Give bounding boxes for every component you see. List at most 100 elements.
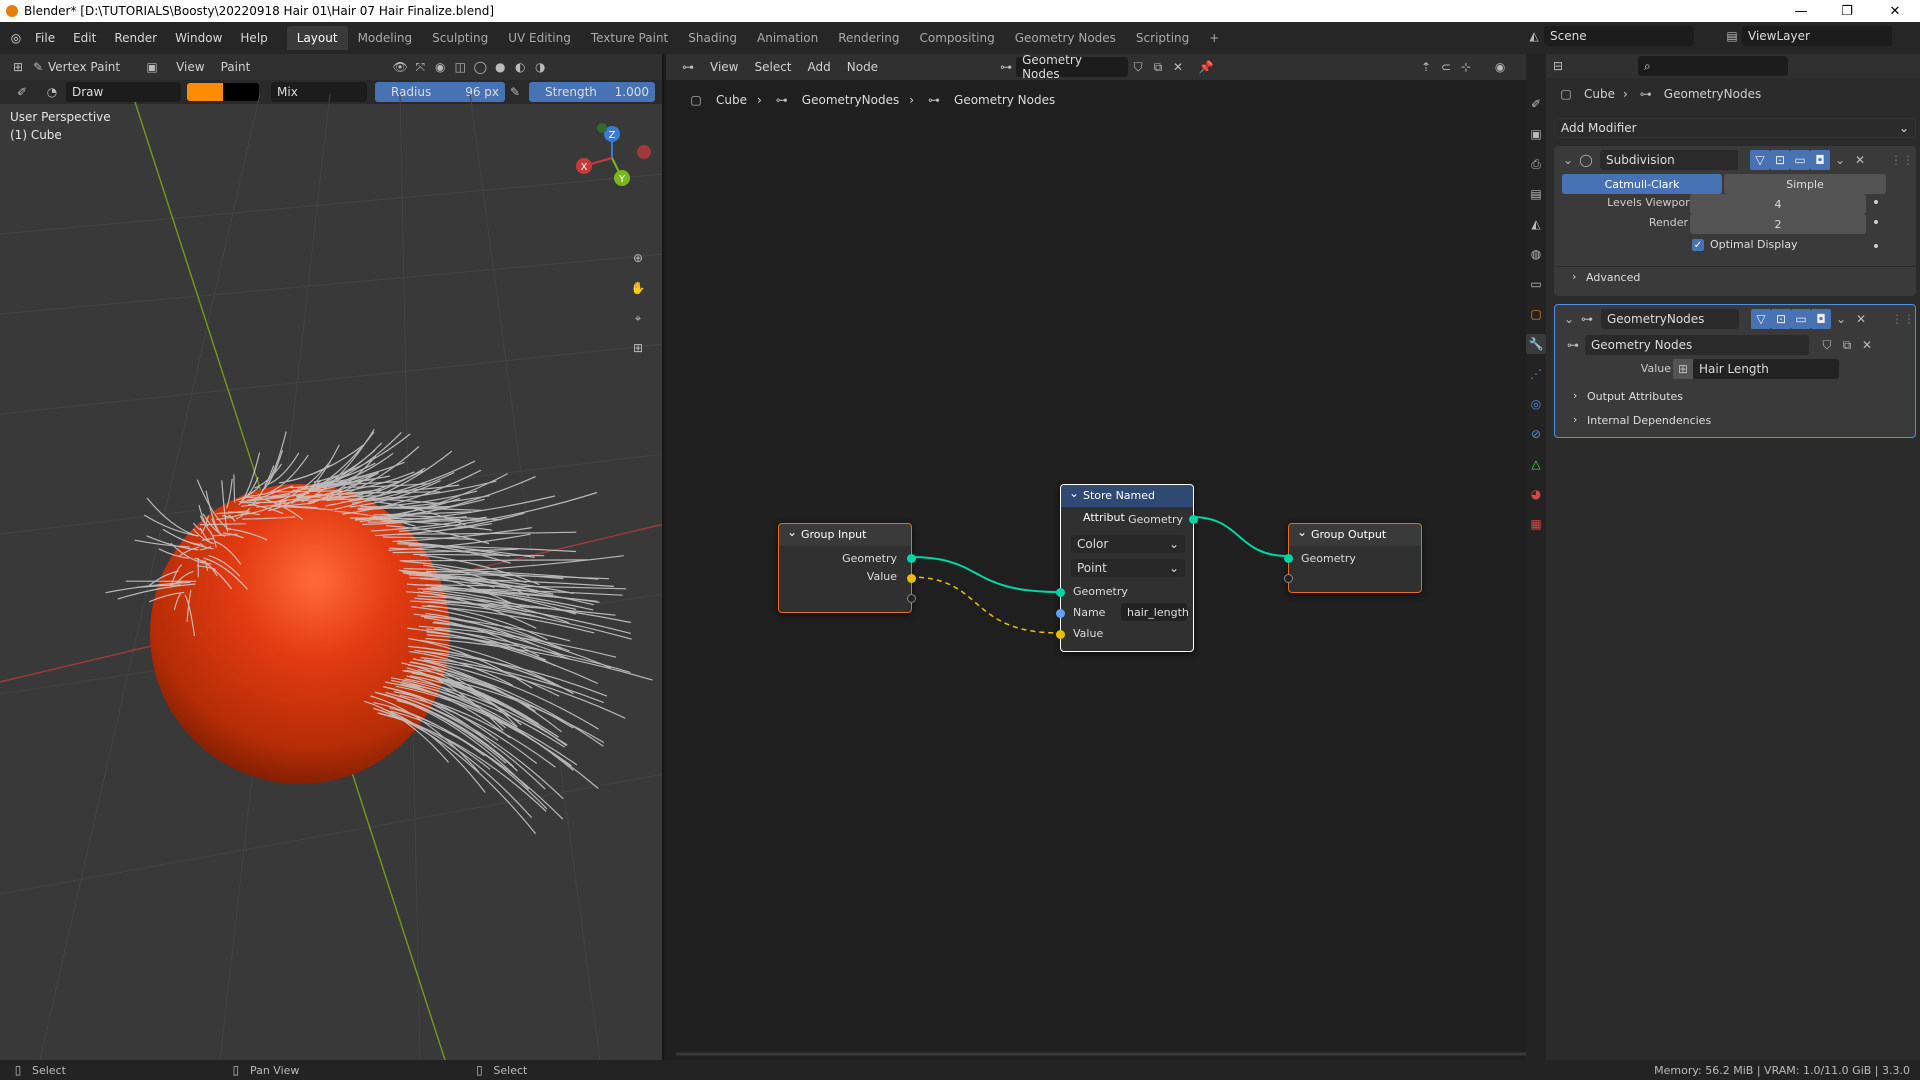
workspace-tab-uv-editing[interactable]: UV Editing [498, 26, 581, 50]
collapse-chevron-icon[interactable]: ⌄ [1559, 309, 1579, 329]
expand-chevron-icon[interactable]: › [1573, 413, 1577, 426]
workspace-tab-modeling[interactable]: Modeling [348, 26, 423, 50]
unlink-x-icon[interactable]: ✕ [1168, 57, 1188, 77]
expand-chevron-icon[interactable]: › [1573, 389, 1577, 402]
scene-selector[interactable]: ◭ Scene [1524, 26, 1694, 46]
expand-chevron-icon[interactable]: › [1572, 270, 1576, 283]
data-tab-icon[interactable]: △ [1526, 454, 1546, 474]
internal-dependencies-subpanel[interactable]: Internal Dependencies [1587, 414, 1711, 427]
attribute-toggle-icon[interactable]: ⊞ [1673, 359, 1693, 379]
menu-edit[interactable]: Edit [64, 31, 105, 45]
properties-editor[interactable]: ⊟ ⌕ ▢ Cube › ⊶ GeometryNodes Add Modifie… [1546, 54, 1920, 1060]
node-menu-view[interactable]: View [710, 60, 738, 74]
levels-viewport-field[interactable]: 4 [1690, 194, 1866, 214]
node-group-input[interactable]: Group Input Geometry Value [778, 521, 916, 613]
viewport-display-icon[interactable]: ▭ [1790, 150, 1810, 170]
group-output-title[interactable]: Group Output [1289, 521, 1421, 546]
add-modifier-button[interactable]: Add Modifier ⌄ [1554, 118, 1916, 138]
modifier-menu-chevron-icon[interactable]: ⌄ [1831, 309, 1851, 329]
duplicate-icon[interactable]: ⧉ [1837, 335, 1857, 355]
subdivision-name-field[interactable]: Subdivision [1600, 150, 1738, 170]
nodetree-browse-icon[interactable]: ⊶ [1563, 335, 1583, 355]
socket-value-in[interactable] [1056, 630, 1065, 639]
gizmo-negx-icon[interactable] [637, 145, 651, 159]
viewlayer-selector[interactable]: ▤ ViewLayer [1722, 26, 1892, 46]
pan-hand-icon[interactable]: ✋ [628, 278, 648, 298]
breadcrumb-modifier[interactable]: GeometryNodes [802, 93, 899, 107]
particles-tab-icon[interactable]: ⋰ [1526, 364, 1546, 384]
fake-user-shield-icon[interactable]: ⛉ [1817, 335, 1837, 355]
3d-viewport[interactable]: ⊞ ✎ Vertex Paint ▣ View Paint 👁 ⤧ ◉ ◫ ◯ … [0, 54, 664, 1060]
keyframe-dot-icon[interactable] [1874, 244, 1878, 248]
workspace-tab-animation[interactable]: Animation [747, 26, 828, 50]
scene-field[interactable]: Scene [1544, 26, 1694, 46]
perspective-grid-icon[interactable]: ⊞ [628, 338, 648, 358]
collapse-chevron-icon[interactable]: ⌄ [1558, 150, 1578, 170]
add-workspace-button[interactable]: + [1199, 26, 1229, 50]
socket-store-geometry-out[interactable] [1189, 515, 1198, 524]
socket-value-out[interactable] [907, 574, 916, 583]
render-camera-icon[interactable]: ◘ [1810, 150, 1830, 170]
output-attributes-subpanel[interactable]: Output Attributes [1587, 390, 1683, 403]
viewlayer-field[interactable]: ViewLayer [1742, 26, 1892, 46]
node-store-named-attribute[interactable]: Store Named Attribut Geometry Color ⌄ Po… [1056, 482, 1198, 652]
gizmo-negy-icon[interactable] [597, 123, 607, 133]
texture-tab-icon[interactable]: ▦ [1526, 514, 1546, 534]
geonodes-name-field[interactable]: GeometryNodes [1601, 309, 1739, 329]
workspace-tab-sculpting[interactable]: Sculpting [422, 26, 498, 50]
remove-modifier-x-icon[interactable]: ✕ [1851, 309, 1871, 329]
nodetree-name-field[interactable]: Geometry Nodes [1016, 54, 1129, 81]
socket-name-in[interactable] [1056, 609, 1065, 618]
cage-toggle-icon[interactable]: ⊡ [1770, 150, 1790, 170]
snap-grid-icon[interactable]: ⊹ [1456, 57, 1476, 77]
node-editor[interactable]: ⊶ View Select Add Node ⊶ Geometry Nodes … [666, 54, 1526, 1060]
modifier-menu-chevron-icon[interactable]: ⌄ [1830, 150, 1850, 170]
store-node-title[interactable]: Store Named Attribut [1061, 482, 1193, 524]
drag-handle-icon[interactable]: ⋮⋮ [1891, 309, 1915, 329]
keyframe-dot-icon[interactable] [1874, 220, 1878, 224]
cage-toggle-icon[interactable]: ⊡ [1771, 309, 1791, 329]
node-group-output[interactable]: Group Output Geometry [1284, 521, 1422, 593]
simple-button[interactable]: Simple [1724, 174, 1886, 194]
properties-editor-type-icon[interactable]: ⊟ [1548, 56, 1568, 76]
socket-store-geometry-in[interactable] [1056, 588, 1065, 597]
socket-geometry-out[interactable] [907, 554, 916, 563]
pin-icon[interactable]: 📌 [1196, 57, 1216, 77]
overlays-icon[interactable]: ◉ [1490, 57, 1510, 77]
workspace-tab-geometry-nodes[interactable]: Geometry Nodes [1005, 26, 1126, 50]
breadcrumb-tree[interactable]: Geometry Nodes [954, 93, 1055, 107]
close-window-button[interactable]: ✕ [1872, 0, 1918, 22]
render-levels-field[interactable]: 2 [1690, 214, 1866, 234]
menu-render[interactable]: Render [105, 31, 166, 45]
camera-icon[interactable]: ⌖ [628, 308, 648, 328]
workspace-tab-scripting[interactable]: Scripting [1126, 26, 1199, 50]
minimize-button[interactable]: — [1778, 0, 1824, 22]
duplicate-icon[interactable]: ⧉ [1148, 57, 1168, 77]
node-editor-type-icon[interactable]: ⊶ [678, 57, 698, 77]
workspace-tab-layout[interactable]: Layout [286, 26, 348, 50]
workspace-tab-texture-paint[interactable]: Texture Paint [581, 26, 678, 50]
maximize-button[interactable]: ❐ [1824, 0, 1870, 22]
constraints-tab-icon[interactable]: ⊘ [1526, 424, 1546, 444]
nodetree-browse-icon[interactable]: ⊶ [996, 57, 1016, 77]
snap-icon[interactable]: ⊂ [1436, 57, 1456, 77]
optimal-display-checkbox[interactable]: ✓ [1692, 239, 1704, 251]
keyframe-dot-icon[interactable] [1874, 200, 1878, 204]
data-type-dropdown[interactable]: Color ⌄ [1071, 535, 1185, 553]
parent-node-icon[interactable]: ⇡ [1416, 57, 1436, 77]
render-tab-icon[interactable]: ▣ [1526, 124, 1546, 144]
properties-search-icon[interactable]: ⌕ [1638, 56, 1788, 76]
fake-user-shield-icon[interactable]: ⛉ [1128, 57, 1148, 77]
edit-mode-toggle-icon[interactable]: ▽ [1751, 309, 1771, 329]
menu-window[interactable]: Window [166, 31, 231, 45]
node-menu-select[interactable]: Select [754, 60, 791, 74]
render-camera-icon[interactable]: ◘ [1811, 309, 1831, 329]
navigation-gizmo[interactable]: Z X Y [570, 118, 660, 198]
node-menu-add[interactable]: Add [808, 60, 831, 74]
material-tab-icon[interactable]: ◕ [1526, 484, 1546, 504]
node-menu-node[interactable]: Node [847, 60, 878, 74]
hair-length-attribute-field[interactable]: Hair Length [1693, 359, 1839, 379]
attribute-name-field[interactable]: hair_length [1121, 603, 1189, 621]
output-tab-icon[interactable]: ⎙ [1526, 154, 1546, 174]
breadcrumb-object[interactable]: Cube [716, 93, 747, 107]
